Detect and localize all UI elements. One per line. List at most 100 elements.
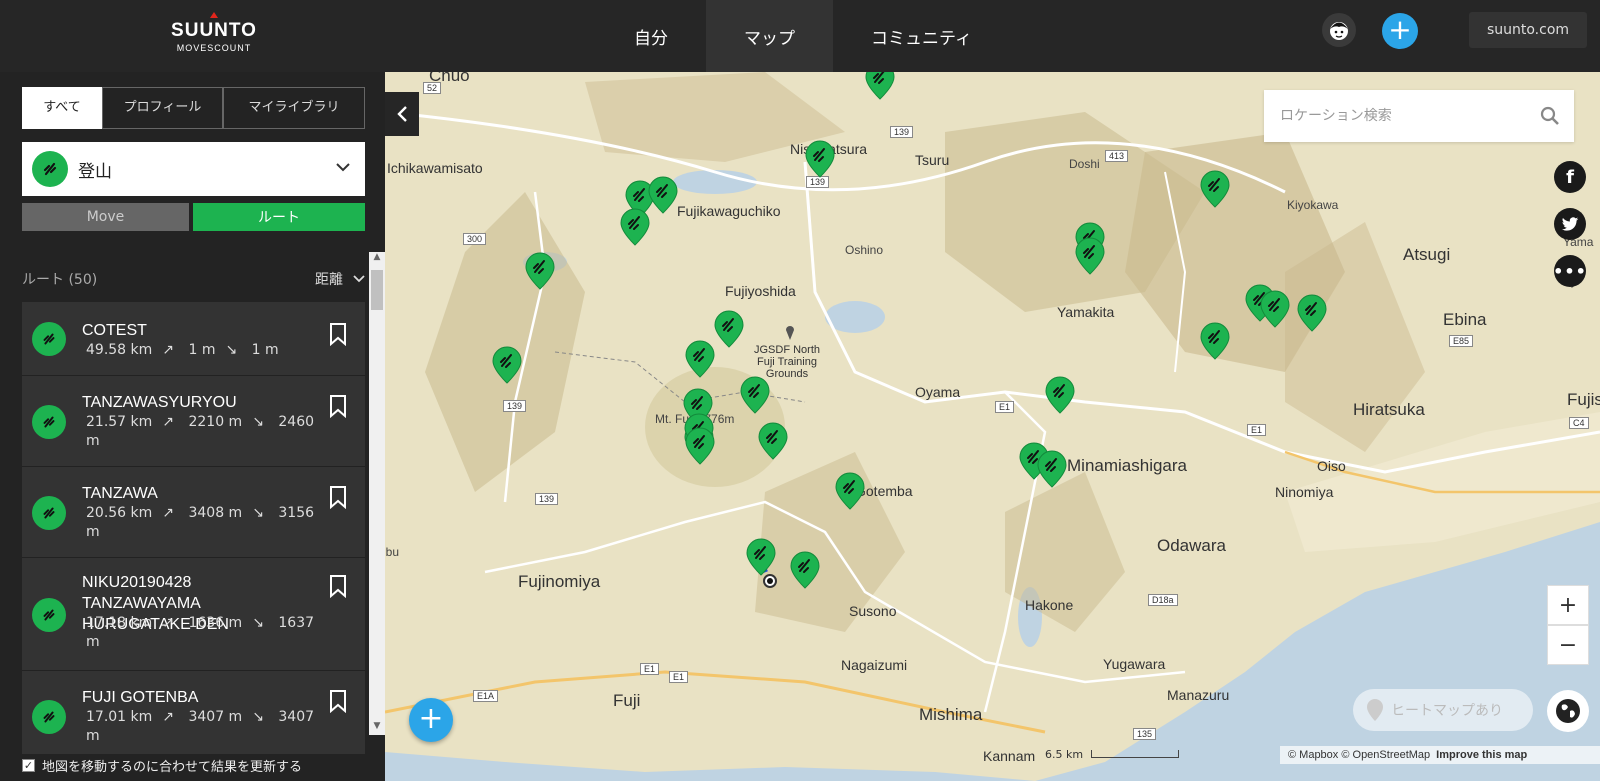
tab-all[interactable]: すべて [22,87,102,129]
route-pin-icon[interactable] [714,310,744,348]
scroll-thumb[interactable] [371,270,383,310]
road-shield: 135 [1133,728,1157,740]
route-stats: 17.01 km ↗ 3407 m ↘ 3407 m [86,708,316,746]
ascent-icon: ↗ [162,505,175,521]
suunto-logo[interactable]: SUUNTO MOVESCOUNT [168,12,260,53]
location-search-input[interactable] [1280,104,1530,128]
update-results-option[interactable]: ✓ 地図を移動するのに合わせて結果を更新する [22,753,302,777]
zoom-in-button[interactable]: + [1547,585,1589,625]
user-avatar[interactable] [1322,13,1356,47]
ascent-icon: ↗ [162,615,175,631]
route-pin-icon[interactable] [835,472,865,510]
scroll-up-arrow[interactable]: ▲ [369,252,385,266]
move-toggle[interactable]: Move [22,203,189,231]
descent-icon: ↘ [252,414,264,430]
route-pin-icon[interactable] [1200,170,1230,208]
filter-tabs: すべて プロフィール マイライブラリ [22,87,365,129]
mountaineering-icon [32,598,66,632]
add-button[interactable]: + [1382,13,1418,49]
route-name: COTEST [82,322,147,339]
bookmark-icon[interactable] [329,485,347,509]
place-label: nbu [385,545,400,559]
bookmark-icon[interactable] [329,394,347,418]
map-canvas[interactable]: Chuo Ichikawamisato Nishikatsura Tsuru D… [385,72,1600,781]
search-icon[interactable] [1540,106,1560,126]
mountaineering-icon [32,405,66,439]
route-item[interactable]: COTEST 49.58 km ↗ 1 m ↘ 1 m [22,302,365,376]
descent-icon: ↘ [252,615,264,631]
route-pin-icon[interactable] [525,252,555,290]
road-shield: 413 [1105,150,1129,162]
bookmark-icon[interactable] [329,322,347,346]
route-pin-icon[interactable] [620,208,650,246]
heatmap-label: ヒートマップあり [1391,703,1503,719]
route-distance: 20.56 km [86,505,153,521]
route-pin-icon[interactable] [1260,290,1290,328]
tab-profile[interactable]: プロフィール [102,87,223,129]
route-ascent: 1636 m [188,615,243,631]
place-label: Yugawara [1103,656,1166,672]
route-item[interactable]: TANZAWA 20.56 km ↗ 3408 m ↘ 3156 m [22,467,365,558]
route-pin-icon[interactable] [740,376,770,414]
route-pin-icon[interactable] [685,340,715,378]
list-scrollbar[interactable]: ▲ ▼ [369,252,385,735]
more-share-button[interactable]: ••• [1553,255,1587,287]
collapse-sidebar-button[interactable] [385,92,419,136]
route-pin-icon[interactable] [1075,237,1105,275]
suunto-site-link[interactable]: suunto.com [1469,12,1587,48]
route-pin-icon[interactable] [492,346,522,384]
update-results-checkbox[interactable]: ✓ [22,758,35,772]
scroll-down-arrow[interactable]: ▼ [369,721,385,735]
place-label: Hiratsuka [1353,400,1425,419]
nav-item-map[interactable]: マップ [706,0,833,72]
more-dots-icon: ••• [1553,261,1587,281]
route-distance: 21.57 km [86,414,153,430]
nav-item-community[interactable]: コミュニティ [833,0,1010,72]
top-navigation-bar: SUUNTO MOVESCOUNT 自分 マップ コミュニティ + suunto… [0,0,1600,72]
route-pin-icon[interactable] [805,140,835,178]
route-item[interactable]: FUJI GOTENBA 17.01 km ↗ 3407 m ↘ 3407 m [22,671,365,754]
place-label: Odawara [1157,536,1226,555]
twitter-share-button[interactable] [1554,208,1586,240]
route-pin-icon[interactable] [758,422,788,460]
facebook-icon: f [1566,166,1574,188]
route-pin-icon[interactable] [648,176,678,214]
route-pin-icon[interactable] [1045,376,1075,414]
activity-dropdown[interactable]: 登山 [22,142,365,196]
route-item[interactable]: NIKU20190428 TANZAWAYAMA HURUGATAKE DEN 1… [22,558,365,671]
map-add-button[interactable]: + [409,698,453,742]
route-pin-icon[interactable] [1200,322,1230,360]
scale-bar [1091,750,1180,758]
road-shield: D18a [1148,594,1178,606]
route-item[interactable]: TANZAWASYURYOU 21.57 km ↗ 2210 m ↘ 2460 m [22,376,365,467]
improve-map-link[interactable]: Improve this map [1436,749,1527,761]
map-attribution: © Mapbox © OpenStreetMap Improve this ma… [1280,746,1600,764]
route-pin-icon[interactable] [1037,450,1067,488]
place-label: Ninomiya [1275,484,1334,500]
tab-my-library[interactable]: マイライブラリ [223,87,365,129]
place-label: Mishima [919,705,983,724]
chevron-down-icon [353,275,365,283]
bookmark-icon[interactable] [329,689,347,713]
sort-dropdown[interactable]: 距離 [315,269,365,289]
facebook-share-button[interactable]: f [1554,161,1586,193]
chevron-down-icon [336,163,350,172]
route-pin-icon[interactable] [865,72,895,100]
descent-icon: ↘ [252,709,264,725]
bookmark-icon[interactable] [329,574,347,598]
ascent-icon: ↗ [162,414,175,430]
route-pin-icon[interactable] [685,427,715,465]
mountaineering-icon [32,151,68,187]
route-pin-icon[interactable] [1297,294,1327,332]
zoom-out-button[interactable]: − [1547,625,1589,665]
nav-item-me[interactable]: 自分 [596,0,706,72]
heatmap-toggle[interactable]: ヒートマップあり [1353,689,1533,731]
place-label: Doshi [1069,157,1100,171]
logo-triangle-icon [210,12,218,18]
route-distance: 17.18 km [86,615,153,631]
place-label: Fujikawaguchiko [677,203,781,219]
route-toggle[interactable]: ルート [193,203,365,231]
map-style-button[interactable] [1547,690,1589,732]
route-pin-icon[interactable] [746,538,776,576]
route-pin-icon[interactable] [790,551,820,589]
